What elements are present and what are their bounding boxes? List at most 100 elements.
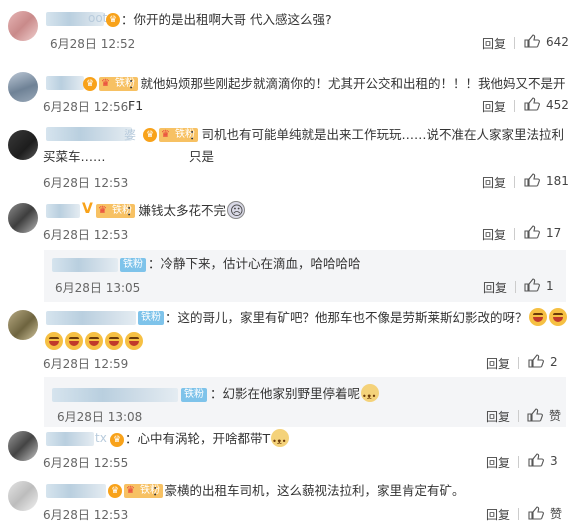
fan-badge: 铁粉 — [181, 388, 207, 402]
like-count: 452 — [546, 98, 569, 112]
like-count: 17 — [546, 226, 562, 240]
comment-text: ：就他妈烦那些刚起步就滴滴你的！尤其开公交和出租的！！！我他妈又不是开F1 — [128, 76, 566, 113]
like-button[interactable]: 452 — [524, 97, 569, 112]
divider — [518, 357, 519, 369]
fan-badge: 铁粉 — [120, 258, 146, 272]
thumb-up-icon — [524, 278, 540, 292]
comment-item: ♛ 铁粉 ：豪横的出租车司机，这么藐视法拉利，家里肯定有矿。 6月28日 12:… — [0, 475, 573, 531]
comment-date: 6月28日 12:55 — [43, 456, 129, 470]
comment-date: 6月28日 12:53 — [43, 228, 129, 242]
like-button[interactable]: 642 — [524, 34, 569, 49]
comment-text: ：司机也有可能单纯就是出来工作玩玩……说不准在人家家里法拉利只是 — [189, 127, 565, 164]
comment-item: V 铁粉 ：嫌钱太多花不完 6月28日 12:53 回复 17 — [0, 195, 573, 250]
comment-date: 6月28日 12:53 — [43, 176, 129, 190]
like-count: 赞 — [549, 409, 562, 423]
like-button[interactable]: 2 — [528, 354, 558, 369]
username[interactable] — [46, 311, 136, 325]
avatar[interactable] — [8, 481, 38, 511]
divider — [515, 281, 516, 293]
reply-button[interactable]: 回复 — [486, 454, 510, 471]
divider — [514, 100, 515, 112]
comment-text-body: ：嫌钱太多花不完 — [126, 203, 227, 218]
comment-date: 6月28日 13:08 — [57, 410, 143, 424]
thumb-up-icon — [524, 173, 540, 187]
reply-button[interactable]: 回复 — [482, 174, 506, 191]
avatar[interactable] — [8, 431, 38, 461]
comment-date: 6月28日 12:56 — [43, 100, 129, 114]
comment-date: 6月28日 13:05 — [55, 281, 141, 295]
username[interactable] — [52, 388, 178, 402]
reply-button[interactable]: 回复 — [486, 506, 510, 523]
avatar[interactable] — [8, 203, 38, 233]
comment-item: tx ♛ ：心中有涡轮，开啥都带T 6月28日 12:55 回复 3 — [0, 427, 573, 475]
like-button[interactable]: 17 — [524, 225, 561, 240]
comment-text-cont: 买菜车…… — [43, 149, 106, 164]
username[interactable] — [46, 204, 80, 218]
thumb-up-icon — [528, 354, 544, 368]
username-suffix[interactable]: 婆 — [124, 126, 136, 143]
username[interactable] — [46, 127, 132, 141]
reply-button[interactable]: 回复 — [486, 408, 510, 425]
comment-text: ：冷静下来，估计心在滴血，哈哈哈哈 — [148, 256, 361, 271]
like-count: 2 — [550, 355, 558, 369]
fan-badge: 铁粉 — [138, 311, 164, 325]
username-suffix[interactable]: oot — [88, 11, 107, 25]
avatar[interactable] — [8, 310, 38, 340]
username[interactable] — [46, 76, 84, 90]
comment-item: oot ♛ ：你开的是出租啊大哥 代入感这么强? 6月28日 12:52 回复 … — [0, 0, 573, 60]
doge-emoji-icon — [361, 384, 380, 408]
thumb-up-icon — [528, 453, 544, 467]
comment-text: ：幻影在他家别野里停着呢 — [210, 383, 380, 408]
comment-date: 6月28日 12:53 — [43, 508, 129, 522]
avatar[interactable] — [8, 11, 38, 41]
comment-text: ：嫌钱太多花不完 — [126, 200, 246, 223]
divider — [518, 410, 519, 422]
like-count: 3 — [550, 454, 558, 468]
doge-emoji-icon — [271, 429, 290, 453]
like-button[interactable]: 赞 — [528, 505, 562, 522]
laugh-emoji-icon — [125, 332, 143, 350]
laugh-emoji-icon — [528, 308, 547, 326]
username[interactable] — [52, 258, 118, 272]
comment-date: 6月28日 12:52 — [50, 37, 136, 51]
comment-text: ：豪横的出租车司机，这么藐视法拉利，家里肯定有矿。 — [152, 483, 465, 498]
like-button[interactable]: 181 — [524, 173, 569, 188]
vip-badge-icon: ♛ — [83, 77, 97, 91]
comment-item: 铁粉 ：这的哥儿，家里有矿吧？他那车也不像是劳斯莱斯幻影改的呀？ 6月28日 1… — [0, 302, 573, 372]
username-suffix[interactable]: tx — [95, 431, 107, 445]
verified-icon: V — [82, 201, 93, 217]
laugh-emoji-icon — [65, 332, 83, 350]
laugh-emoji-icon — [548, 308, 567, 326]
divider — [514, 37, 515, 49]
laugh-emoji-icon — [45, 332, 63, 350]
comment-item: ♛ 铁粉 ：就他妈烦那些刚起步就滴滴你的！尤其开公交和出租的！！！我他妈又不是开… — [0, 60, 573, 120]
comment-text: ：心中有涡轮，开啥都带T — [125, 428, 290, 453]
vip-badge-icon: ♛ — [106, 13, 120, 27]
reply-button[interactable]: 回复 — [482, 226, 506, 243]
like-count: 642 — [546, 35, 569, 49]
like-button[interactable]: 3 — [528, 453, 558, 468]
avatar[interactable] — [8, 130, 38, 160]
like-button[interactable]: 1 — [524, 278, 554, 293]
username[interactable] — [46, 484, 106, 498]
avatar[interactable] — [8, 72, 38, 102]
vip-badge-icon: ♛ — [143, 128, 157, 142]
comment-text-body: ：心中有涡轮，开啥都带T — [125, 431, 271, 446]
divider — [518, 508, 519, 520]
comment-text: ：这的哥儿，家里有矿吧？他那车也不像是劳斯莱斯幻影改的呀？ — [165, 307, 568, 329]
reply-button[interactable]: 回复 — [483, 279, 507, 296]
username[interactable] — [46, 432, 94, 446]
like-button[interactable]: 赞 — [527, 407, 561, 424]
reply-button[interactable]: 回复 — [482, 98, 506, 115]
comment-text-body: ：这的哥儿，家里有矿吧？他那车也不像是劳斯莱斯幻影改的呀？ — [165, 310, 528, 325]
divider — [518, 456, 519, 468]
reply-button[interactable]: 回复 — [482, 35, 506, 52]
reply-button[interactable]: 回复 — [486, 355, 510, 372]
like-count: 181 — [546, 174, 569, 188]
laugh-emoji-icon — [105, 332, 123, 350]
emoji-row — [44, 332, 144, 350]
reply-thread: 铁粉 ：幻影在他家别野里停着呢 6月28日 13:08 回复 赞 — [44, 377, 566, 427]
thumb-up-icon — [524, 225, 540, 239]
comment-text: ：你开的是出租啊大哥 代入感这么强? — [121, 12, 332, 27]
thumb-up-icon — [524, 34, 540, 48]
